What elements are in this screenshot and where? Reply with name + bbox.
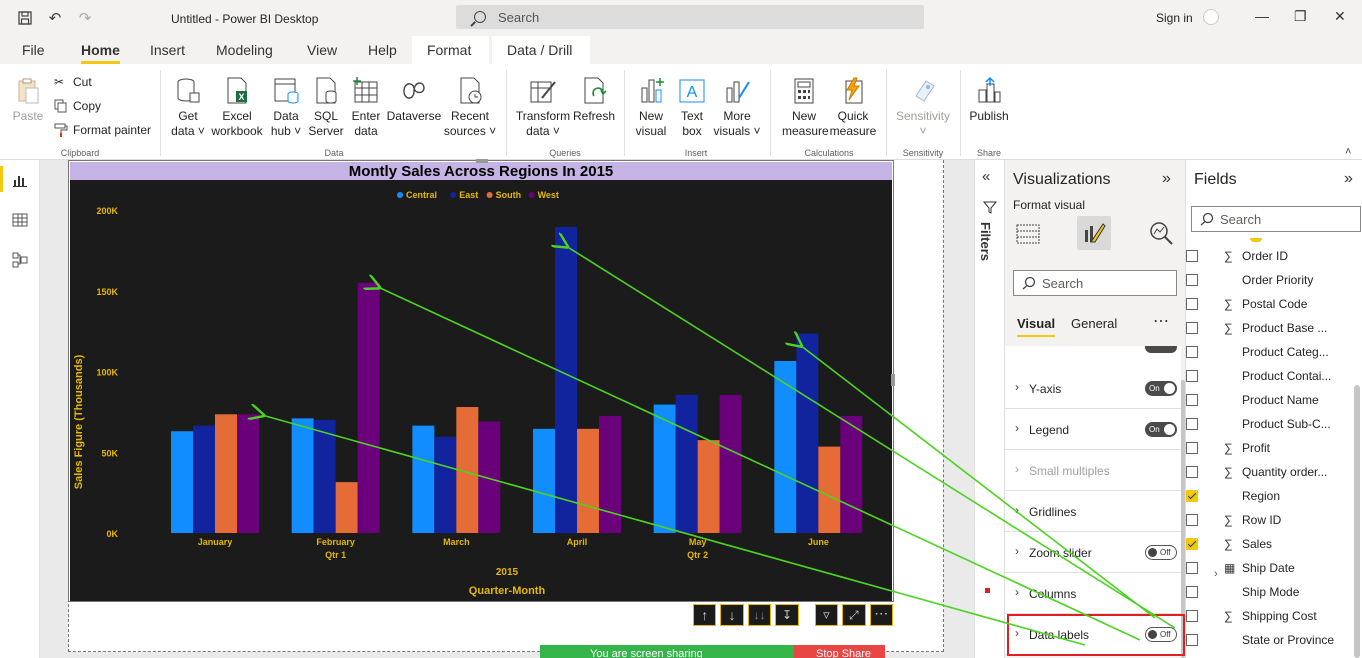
arrow-to-april-east — [566, 246, 1176, 629]
arrow-to-january-west — [262, 415, 1086, 646]
screen-share-text: You are screen sharing — [540, 645, 794, 658]
stop-share-button[interactable]: Stop Share — [794, 645, 885, 658]
annotation-arrows — [0, 0, 1176, 646]
arrow-to-june-east — [800, 345, 1156, 619]
arrow-to-february-west — [378, 287, 1141, 641]
screen-share-banner: You are screen sharing Stop Share — [540, 645, 885, 658]
